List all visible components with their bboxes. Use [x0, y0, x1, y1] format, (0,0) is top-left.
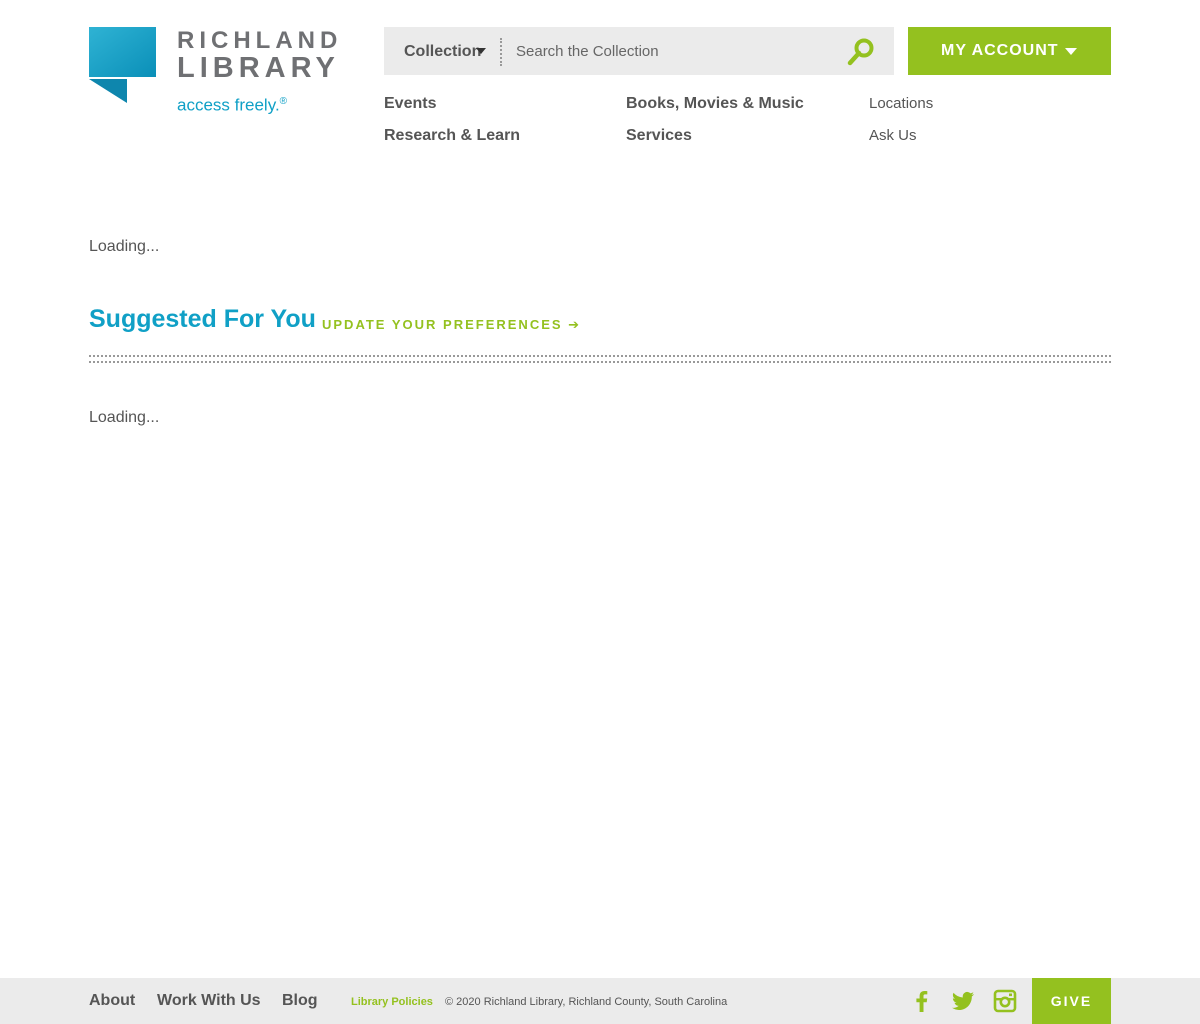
nav-services[interactable]: Services [626, 127, 692, 145]
search-bar: Collection [384, 27, 894, 75]
suggested-for-you-heading: Suggested For You [89, 305, 316, 333]
logo-name-line2: LIBRARY [177, 52, 340, 84]
search-divider [500, 38, 502, 66]
nav-ask-us[interactable]: Ask Us [869, 127, 917, 144]
logo-tagline: access freely.® [177, 91, 287, 117]
library-policies-link[interactable]: Library Policies [351, 996, 433, 1008]
loading-indicator-top: Loading... [89, 238, 160, 255]
instagram-link[interactable] [993, 989, 1017, 1013]
tagline-text: access freely. [177, 95, 280, 115]
facebook-link[interactable] [910, 989, 934, 1013]
dotted-divider [89, 361, 1111, 363]
give-button[interactable]: GIVE [1032, 978, 1111, 1024]
my-account-label: MY ACCOUNT [941, 42, 1059, 59]
search-scope-label: Collection [404, 43, 482, 60]
search-input[interactable] [508, 35, 838, 67]
nav-books-movies-music[interactable]: Books, Movies & Music [626, 95, 804, 113]
nav-locations[interactable]: Locations [869, 95, 933, 112]
twitter-icon [952, 991, 974, 1010]
registered-mark: ® [279, 96, 288, 107]
update-preferences-link[interactable]: UPDATE YOUR PREFERENCES ➔ [322, 317, 581, 333]
my-account-button[interactable]: MY ACCOUNT [908, 27, 1111, 75]
nav-events[interactable]: Events [384, 95, 436, 113]
chevron-down-icon [1065, 48, 1077, 55]
loading-indicator-bottom: Loading... [89, 409, 160, 426]
logo-flag-icon [89, 27, 156, 103]
copyright-text: © 2020 Richland Library, Richland County… [445, 996, 728, 1008]
site-footer: About Work With Us Blog Library Policies… [0, 978, 1200, 1024]
logo-name-line1: RICHLAND [177, 27, 343, 54]
nav-research-learn[interactable]: Research & Learn [384, 127, 520, 145]
search-icon [847, 38, 874, 66]
dotted-divider [89, 355, 1111, 357]
chevron-down-icon [476, 48, 486, 54]
facebook-icon [916, 991, 928, 1012]
twitter-link[interactable] [951, 989, 975, 1013]
search-button[interactable] [846, 37, 876, 67]
footer-blog-link[interactable]: Blog [282, 992, 318, 1010]
footer-work-with-us-link[interactable]: Work With Us [157, 992, 261, 1010]
site-logo[interactable]: RICHLAND LIBRARY access freely.® [89, 27, 349, 117]
instagram-icon [993, 989, 1017, 1013]
footer-about-link[interactable]: About [89, 992, 135, 1010]
